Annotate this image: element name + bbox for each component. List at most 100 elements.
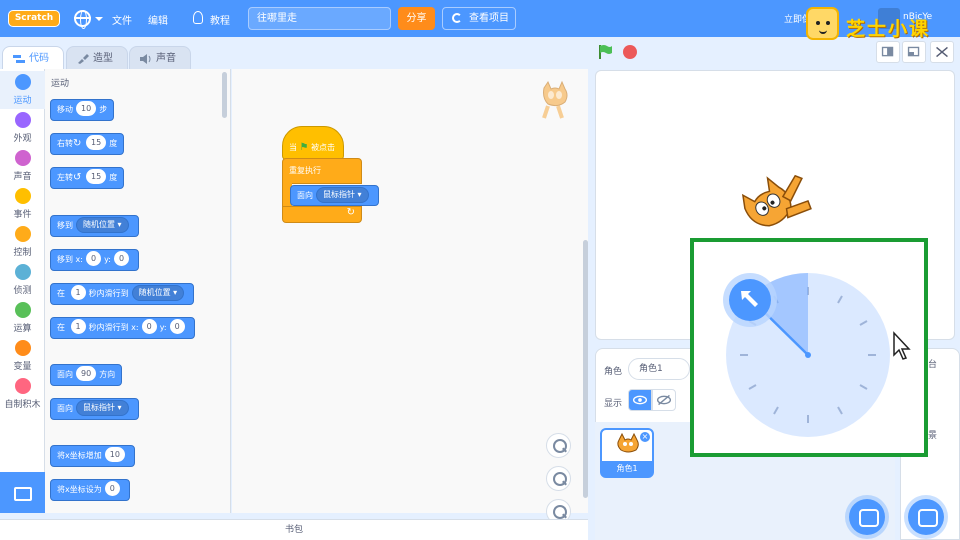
fullscreen-button[interactable] xyxy=(930,41,954,63)
green-flag-run-icon[interactable] xyxy=(598,44,612,60)
edit-menu[interactable]: 编辑 xyxy=(148,12,168,27)
block-text: 在 xyxy=(57,289,65,298)
sprite-thumbnail-name: 角色1 xyxy=(602,461,652,476)
block-input[interactable]: 0 xyxy=(141,319,157,334)
block-goto[interactable]: 移到 随机位置 xyxy=(50,215,139,237)
category-control[interactable]: 控制 xyxy=(0,223,45,261)
block-input[interactable]: 0 xyxy=(85,251,102,266)
green-flag-icon: ⚑ xyxy=(299,142,309,153)
category-label: 控制 xyxy=(13,248,32,258)
block-input[interactable]: 10 xyxy=(76,101,97,116)
block-dropdown[interactable]: 随机位置 xyxy=(131,285,185,301)
block-text: 在 xyxy=(57,323,65,332)
block-dropdown[interactable]: 鼠标指针 xyxy=(76,400,129,416)
rotate-right-icon: ↻ xyxy=(73,138,82,149)
script-point-towards-block[interactable]: 面向 鼠标指针 xyxy=(290,185,379,206)
block-input[interactable]: 1 xyxy=(70,319,86,334)
palette-section-title: 运动 xyxy=(51,79,70,89)
variables-dot-icon xyxy=(14,340,31,356)
stage-cat-sprite[interactable] xyxy=(736,160,820,240)
block-text: 左转 xyxy=(57,173,73,182)
category-events[interactable]: 事件 xyxy=(0,185,45,223)
block-input[interactable]: 15 xyxy=(86,169,107,184)
block-glide-xy[interactable]: 在 1 秒内滑行到 x: 0 y: 0 xyxy=(50,317,195,339)
tab-sounds-label: 声音 xyxy=(156,53,176,64)
file-menu[interactable]: 文件 xyxy=(112,12,132,27)
operators-dot-icon xyxy=(14,302,31,318)
block-input[interactable]: 15 xyxy=(86,135,107,150)
direction-dial[interactable] xyxy=(694,242,924,453)
category-looks[interactable]: 外观 xyxy=(0,109,45,147)
block-input[interactable]: 0 xyxy=(113,251,130,266)
block-change-x[interactable]: 将x坐标增加 10 xyxy=(50,445,135,467)
sprite-name-input[interactable]: 角色1 xyxy=(628,358,690,380)
block-glide-random[interactable]: 在 1 秒内滑行到 随机位置 xyxy=(50,283,195,305)
block-text: 移动 xyxy=(57,105,73,114)
when-flag-clicked-block[interactable]: 当 ⚑ 被点击 xyxy=(282,126,344,160)
block-text: 被点击 xyxy=(311,143,336,152)
choose-backdrop-button[interactable] xyxy=(908,499,944,535)
palette-scrollbar[interactable] xyxy=(222,72,227,118)
block-dropdown[interactable]: 鼠标指针 xyxy=(316,187,369,203)
block-point-direction[interactable]: 面向 90 方向 xyxy=(50,364,123,386)
category-motion[interactable]: 运动 xyxy=(0,71,45,109)
events-dot-icon xyxy=(14,188,31,204)
rotate-left-icon: ↺ xyxy=(73,172,82,183)
block-turn-left[interactable]: 左转↺ 15 度 xyxy=(50,167,125,189)
stage-label: 台 xyxy=(928,360,938,370)
small-stage-icon xyxy=(881,46,894,57)
block-text: 面向 xyxy=(297,191,313,200)
sprite-thumbnail[interactable]: × 角色1 xyxy=(600,428,654,478)
forever-block[interactable]: 重复执行 xyxy=(282,158,362,184)
zoom-out-button[interactable] xyxy=(546,466,571,491)
see-project-label: 查看项目 xyxy=(469,13,509,24)
category-variables[interactable]: 变量 xyxy=(0,337,45,375)
language-globe-icon[interactable] xyxy=(74,10,91,29)
cat-thumbnail-icon xyxy=(617,432,639,453)
category-label: 声音 xyxy=(13,172,32,182)
see-project-page-button[interactable]: 查看项目 xyxy=(442,7,516,30)
category-sound[interactable]: 声音 xyxy=(0,147,45,185)
delete-sprite-icon[interactable]: × xyxy=(640,432,650,442)
block-input[interactable]: 90 xyxy=(76,366,97,381)
block-dropdown[interactable]: 随机位置 xyxy=(76,217,129,233)
block-input[interactable]: 10 xyxy=(104,447,125,462)
eye-icon xyxy=(632,395,648,405)
category-label: 自制积木 xyxy=(4,400,41,410)
block-text: 步 xyxy=(99,105,108,114)
block-input[interactable]: 1 xyxy=(70,285,86,300)
share-button[interactable]: 分享 xyxy=(398,7,435,30)
block-move-steps[interactable]: 移动 10 步 xyxy=(50,99,115,121)
hide-sprite-button[interactable] xyxy=(652,389,676,411)
workspace-scrollbar[interactable] xyxy=(583,240,588,498)
category-operators[interactable]: 运算 xyxy=(0,299,45,337)
category-sensing[interactable]: 侦测 xyxy=(0,261,45,299)
project-title-input[interactable]: 往哪里走 xyxy=(248,7,391,30)
block-text: 秒内滑行到 xyxy=(88,289,129,298)
block-input[interactable]: 0 xyxy=(169,319,185,334)
small-stage-button[interactable] xyxy=(876,41,900,63)
code-icon xyxy=(13,55,25,63)
looks-dot-icon xyxy=(14,112,31,128)
large-stage-button[interactable] xyxy=(902,41,926,63)
scratch-logo[interactable]: Scratch xyxy=(8,10,60,27)
block-point-towards[interactable]: 面向 鼠标指针 xyxy=(50,398,139,420)
block-goto-xy[interactable]: 移到 x: 0 y: 0 xyxy=(50,249,140,271)
category-my-blocks[interactable]: 自制积木 xyxy=(0,375,45,413)
backpack[interactable]: 书包 xyxy=(0,519,588,540)
show-sprite-button[interactable] xyxy=(628,389,652,411)
category-label: 侦测 xyxy=(13,286,32,296)
large-stage-icon xyxy=(907,46,920,57)
backdrop-label: 景 xyxy=(928,431,938,441)
brush-icon xyxy=(78,54,89,64)
block-turn-right[interactable]: 右转↻ 15 度 xyxy=(50,133,125,155)
motion-dot-icon xyxy=(14,74,31,90)
add-extension-button[interactable] xyxy=(0,472,45,513)
tutorials-menu[interactable]: 教程 xyxy=(210,12,230,27)
show-label: 显示 xyxy=(604,399,623,409)
stop-button[interactable] xyxy=(623,45,637,59)
choose-sprite-button[interactable] xyxy=(849,499,885,535)
block-set-x[interactable]: 将x坐标设为 0 xyxy=(50,479,130,501)
zoom-in-button[interactable] xyxy=(546,433,571,458)
block-input[interactable]: 0 xyxy=(104,481,120,496)
